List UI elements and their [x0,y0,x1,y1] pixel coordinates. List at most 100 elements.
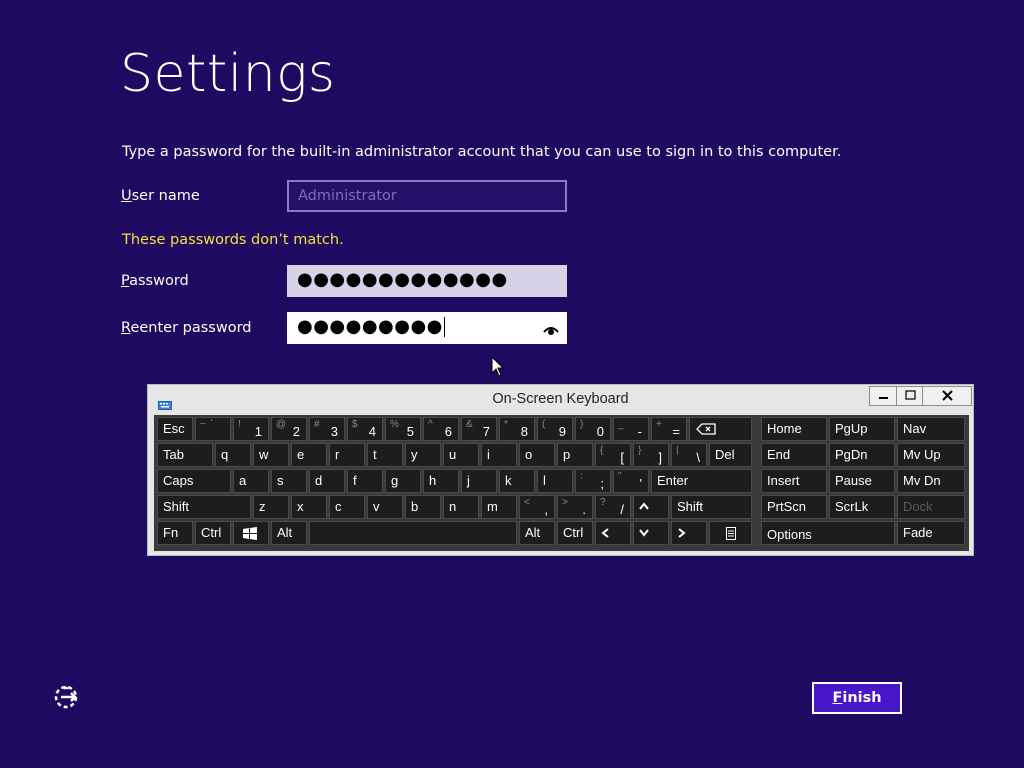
key-minus[interactable]: _ - [613,417,649,441]
key-x[interactable]: x [291,495,327,519]
key-equals[interactable]: + = [651,417,687,441]
context-menu-icon [726,527,736,540]
key-k[interactable]: k [499,469,535,493]
key-r[interactable]: r [329,443,365,467]
reenter-password-value: ●●●●●●●●● [297,316,443,337]
key-tab[interactable]: Tab [157,443,213,467]
reenter-password-field[interactable]: ●●●●●●●●● [287,312,567,344]
key-insert[interactable]: Insert [761,469,827,493]
key-s[interactable]: s [271,469,307,493]
key-backtick[interactable]: ~ ` [195,417,231,441]
key-windows[interactable] [233,521,269,545]
key-g[interactable]: g [385,469,421,493]
key-period[interactable]: >. [557,495,593,519]
key-pgup[interactable]: PgUp [829,417,895,441]
key-open-bracket[interactable]: {[ [595,443,631,467]
key-z[interactable]: z [253,495,289,519]
key-mv-up[interactable]: Mv Up [897,443,965,467]
key-v[interactable]: v [367,495,403,519]
key-y[interactable]: y [405,443,441,467]
close-button[interactable] [922,386,972,406]
key-i[interactable]: i [481,443,517,467]
maximize-button[interactable] [896,386,923,406]
key-alt-right[interactable]: Alt [519,521,555,545]
key-options[interactable]: Options [761,521,895,545]
key-f[interactable]: f [347,469,383,493]
minimize-button[interactable] [869,386,897,406]
key-0[interactable]: ) 0 [575,417,611,441]
key-q[interactable]: q [215,443,251,467]
password-mismatch-error: These passwords don’t match. [122,232,344,248]
key-shift-right[interactable]: Shift [671,495,752,519]
text-caret [443,317,445,337]
arrow-down-icon [639,529,649,537]
keyboard-keys-area: Esc ~ ` ! 1 @2 #3 $4 % 5 ^ 6 & 7 * 8 (9 ) 0 _ - … [154,415,969,551]
key-esc[interactable]: Esc [157,417,193,441]
key-enter[interactable]: Enter [651,469,752,493]
key-fade[interactable]: Fade [897,521,965,545]
key-arrow-left[interactable] [595,521,631,545]
key-alt-left[interactable]: Alt [271,521,307,545]
key-end[interactable]: End [761,443,827,467]
key-p[interactable]: p [557,443,593,467]
key-8[interactable]: * 8 [499,417,535,441]
key-home[interactable]: Home [761,417,827,441]
page-title: Settings [120,44,336,104]
reveal-password-icon[interactable] [543,320,559,341]
key-arrow-up[interactable] [633,495,669,519]
key-5[interactable]: % 5 [385,417,421,441]
key-ctrl-left[interactable]: Ctrl [195,521,231,545]
key-e[interactable]: e [291,443,327,467]
password-field[interactable]: ●●●●●●●●●●●●● [287,265,567,297]
key-backslash[interactable]: | \ [671,443,707,467]
key-semicolon[interactable]: :; [575,469,611,493]
key-arrow-down[interactable] [633,521,669,545]
key-shift-left[interactable]: Shift [157,495,251,519]
key-fn[interactable]: Fn [157,521,193,545]
key-pgdn[interactable]: PgDn [829,443,895,467]
key-w[interactable]: w [253,443,289,467]
osk-titlebar[interactable]: On-Screen Keyboard [148,385,973,413]
key-2[interactable]: @2 [271,417,307,441]
osk-title: On-Screen Keyboard [492,391,629,407]
password-value: ●●●●●●●●●●●●● [297,269,508,290]
key-6[interactable]: ^ 6 [423,417,459,441]
key-slash[interactable]: ? / [595,495,631,519]
key-mv-dn[interactable]: Mv Dn [897,469,965,493]
key-b[interactable]: b [405,495,441,519]
key-close-bracket[interactable]: }] [633,443,669,467]
ease-of-access-icon[interactable] [53,684,81,714]
key-7[interactable]: & 7 [461,417,497,441]
key-m[interactable]: m [481,495,517,519]
key-n[interactable]: n [443,495,479,519]
key-h[interactable]: h [423,469,459,493]
key-c[interactable]: c [329,495,365,519]
key-quote[interactable]: " ' [613,469,649,493]
key-caps[interactable]: Caps [157,469,231,493]
key-9[interactable]: (9 [537,417,573,441]
username-field[interactable]: Administrator [287,180,567,212]
key-d[interactable]: d [309,469,345,493]
key-1[interactable]: ! 1 [233,417,269,441]
key-ctrl-right[interactable]: Ctrl [557,521,593,545]
key-prtscn[interactable]: PrtScn [761,495,827,519]
key-backspace[interactable] [689,417,752,441]
key-pause[interactable]: Pause [829,469,895,493]
key-j[interactable]: j [461,469,497,493]
key-del[interactable]: Del [709,443,752,467]
key-space[interactable] [309,521,517,545]
key-dock: Dock [897,495,965,519]
finish-button[interactable]: Finish [812,682,902,714]
key-arrow-right[interactable] [671,521,707,545]
key-nav[interactable]: Nav [897,417,965,441]
key-o[interactable]: o [519,443,555,467]
key-menu[interactable] [709,521,752,545]
key-u[interactable]: u [443,443,479,467]
key-3[interactable]: #3 [309,417,345,441]
key-comma[interactable]: <, [519,495,555,519]
key-scrlk[interactable]: ScrLk [829,495,895,519]
key-4[interactable]: $4 [347,417,383,441]
key-t[interactable]: t [367,443,403,467]
key-l[interactable]: l [537,469,573,493]
key-a[interactable]: a [233,469,269,493]
